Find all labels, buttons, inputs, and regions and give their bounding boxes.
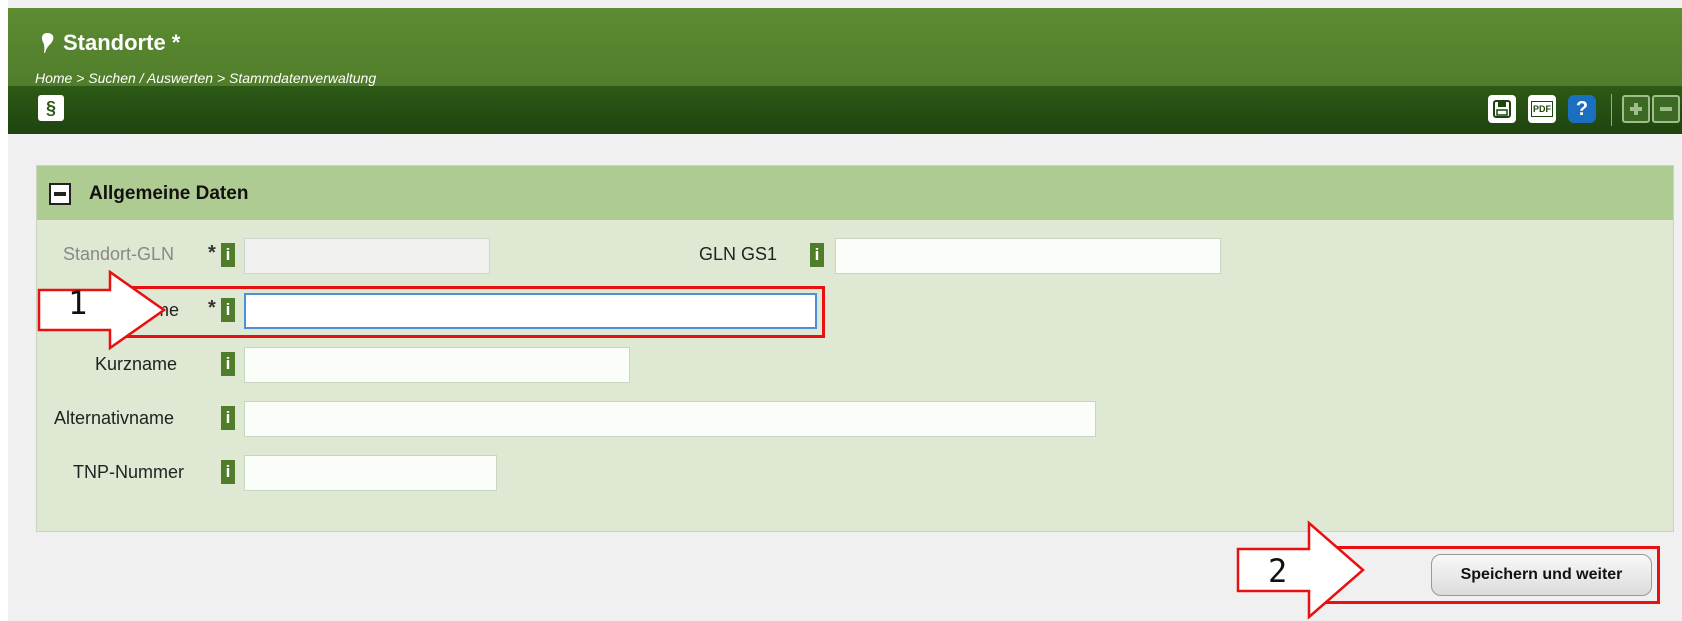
floppy-icon [1493,100,1511,118]
minus-icon [1660,107,1672,111]
pin-icon [42,33,54,53]
info-icon[interactable]: i [810,243,824,267]
breadcrumb[interactable]: Home > Suchen / Auswerten > Stammdatenve… [35,70,376,86]
kurzname-field[interactable] [244,347,630,383]
collapse-icon[interactable] [49,183,71,205]
info-icon[interactable]: i [221,352,235,376]
callout-number-1: 1 [68,284,88,322]
pdf-icon[interactable]: PDF [1528,95,1556,123]
plus-icon [1630,103,1642,115]
app-window: Standorte * Home > Suchen / Auswerten > … [8,0,1682,621]
highlight-box-name [126,286,825,338]
required-mark: * [208,242,216,264]
expand-icon[interactable] [1622,95,1650,123]
page-title-text: Standorte * [63,30,181,55]
gln-gs1-field[interactable] [835,238,1221,274]
alternativname-label: Alternativname [54,408,175,428]
callout-arrow-2 [1236,520,1365,620]
alternativname-field[interactable] [244,401,1096,437]
help-icon[interactable]: ? [1568,95,1596,123]
toolbar: § PDF ? [8,86,1682,134]
collapse-all-icon[interactable] [1652,95,1680,123]
info-icon[interactable]: i [221,460,235,484]
callout-number-2: 2 [1268,552,1288,590]
save-icon[interactable] [1488,95,1516,123]
standort-gln-field[interactable] [244,238,490,274]
standort-gln-label: Standort-GLN [63,244,175,264]
gln-gs1-label: GLN GS1 [699,244,778,264]
paragraph-icon[interactable]: § [38,95,64,121]
panel-title: Allgemeine Daten [89,183,249,204]
info-icon[interactable]: i [221,406,235,430]
callout-arrow-1 [37,270,167,350]
toolbar-separator [1611,94,1612,126]
tnp-nummer-field[interactable] [244,455,497,491]
info-icon[interactable]: i [221,243,235,267]
kurzname-label: Kurzname [95,354,178,374]
tnp-nummer-label: TNP-Nummer [73,462,184,482]
general-data-panel: Allgemeine Daten Standort-GLN * i GLN GS… [36,165,1674,532]
page-title: Standorte * [41,30,180,56]
page-header: Standorte * Home > Suchen / Auswerten > … [8,8,1682,86]
pdf-icon-label: PDF [1531,101,1553,117]
panel-header: Allgemeine Daten [37,166,1673,220]
